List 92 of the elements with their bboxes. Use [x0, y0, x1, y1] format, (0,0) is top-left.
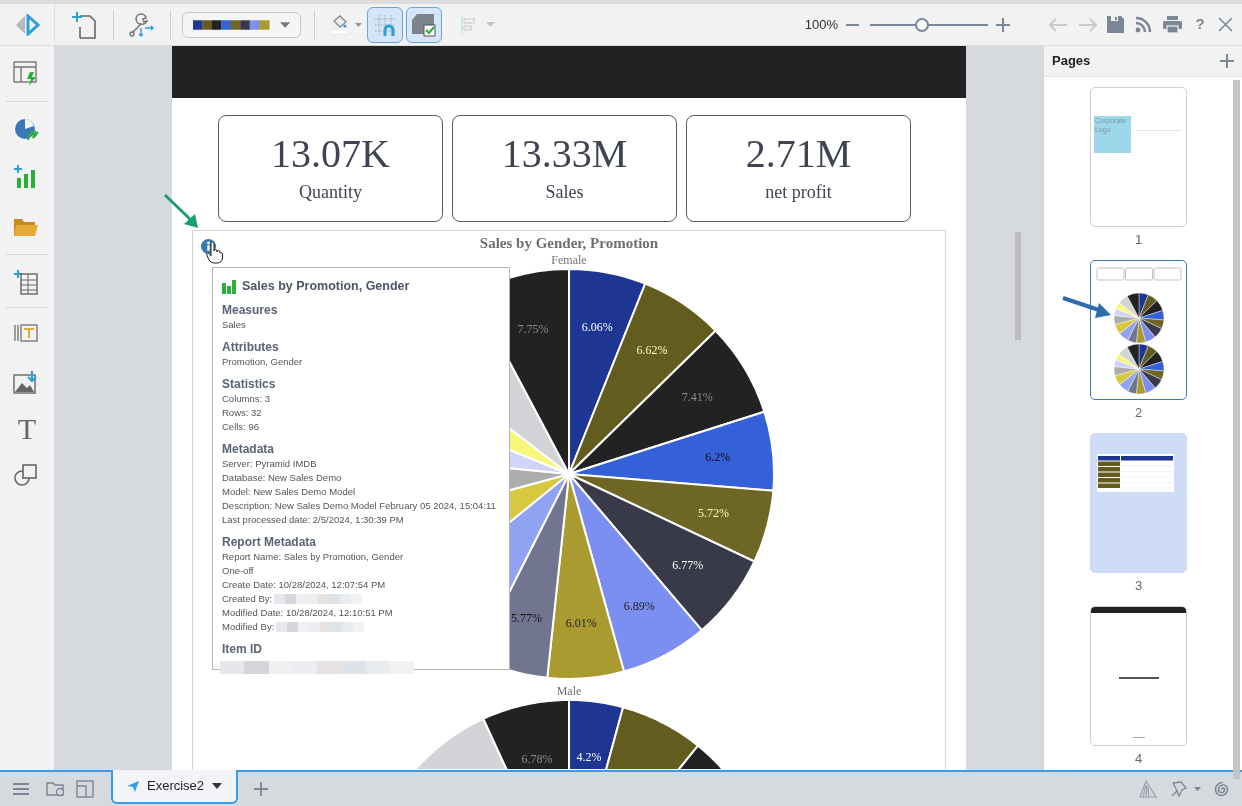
presentation-icon[interactable] [76, 780, 94, 798]
section-heading: Metadata [222, 440, 275, 457]
color-palette-icon [193, 19, 270, 30]
kpi-label: Sales [545, 181, 584, 204]
new-page-icon[interactable] [71, 9, 97, 40]
print-icon[interactable] [1163, 15, 1182, 34]
pie-title: Male [556, 684, 582, 698]
page-thumbnail[interactable] [1090, 260, 1187, 400]
wrench-icon[interactable] [129, 11, 155, 38]
zoom-in-icon[interactable] [996, 17, 1010, 32]
app-logo-icon[interactable] [14, 13, 40, 36]
tooltip-text: Last processed date: 2/5/2024, 1:30:39 PM [222, 512, 404, 527]
fill-color-button[interactable] [331, 14, 362, 35]
page-number: 3 [1134, 578, 1143, 594]
slice-label: 6.01% [565, 616, 597, 631]
tooltip-text: Created By: [222, 591, 273, 606]
rss-feed-icon[interactable] [1135, 15, 1153, 34]
snap-to-grid-toggle[interactable] [367, 6, 403, 43]
kpi-value: 2.71M [745, 132, 852, 176]
kpi-label: net profit [765, 181, 832, 204]
section-heading: Report Metadata [222, 533, 317, 550]
add-page-icon[interactable] [1220, 54, 1234, 68]
slice-label: 6.77% [672, 558, 704, 572]
slice-label: 5.72% [698, 505, 730, 520]
tooltip-text: Cells: 96 [222, 419, 259, 434]
spiral-icon[interactable] [1213, 780, 1230, 798]
scrollbar-thumb[interactable] [1015, 232, 1021, 340]
palette-dropdown[interactable] [182, 11, 301, 38]
tooltip-text: One-off [222, 563, 254, 578]
add-tab-icon[interactable] [254, 782, 269, 796]
hand-cursor-icon [206, 242, 223, 264]
close-icon[interactable] [1218, 16, 1234, 33]
page-check-icon [410, 11, 438, 38]
tooltip-text: Report Name: Sales by Promotion, Gender [222, 549, 404, 564]
folder-search-icon[interactable] [46, 780, 66, 798]
slice-label: 7.75% [517, 321, 549, 336]
arrow-icon [1061, 294, 1113, 320]
caret-icon [486, 22, 495, 27]
theme-toggle[interactable] [406, 6, 442, 43]
caret-icon [212, 783, 223, 789]
page-number: 2 [1134, 405, 1143, 421]
menu-icon[interactable] [13, 782, 29, 796]
caret-icon [1194, 787, 1201, 791]
tooltip-text: Sales [222, 317, 246, 332]
document-tab[interactable]: Exercise2 [111, 770, 239, 804]
zoom-slider[interactable] [870, 17, 988, 32]
grid-magnet-icon [373, 12, 397, 37]
kpi-label: Quantity [299, 181, 362, 204]
zoom-level: 100% [804, 15, 838, 34]
slice-label: 6.78% [521, 751, 553, 766]
slice-label: 6.89% [623, 599, 655, 614]
tooltip-title: Sales by Promotion, Gender [242, 278, 410, 295]
caret-icon [355, 22, 362, 27]
add-table-icon[interactable] [13, 268, 41, 296]
pie-title: Female [551, 253, 587, 267]
slice-label: 6.06% [581, 320, 613, 335]
fill-bucket-icon [331, 14, 349, 35]
text-tool-button[interactable]: T [11, 413, 43, 445]
tooltip-text: Database: New Sales Demo [222, 470, 342, 485]
slice-label: 5.77% [511, 610, 543, 625]
slider-thumb[interactable] [914, 17, 929, 32]
slice-label: 4.2% [576, 749, 602, 764]
panel-title: Pages [1052, 52, 1092, 71]
section-heading: Statistics [222, 375, 277, 392]
tooltip-text: Description: New Sales Demo Model February 05 2024, 15:04:11 [222, 498, 496, 513]
send-icon [127, 780, 139, 792]
caret-icon [279, 21, 290, 28]
chart-title: Sales by Gender, Promotion [479, 235, 659, 251]
tooltip-text: Model: New Sales Demo Model [222, 484, 356, 499]
section-heading: Item ID [222, 640, 263, 657]
tooltip-text: Server: Pyramid IMDB [222, 456, 317, 471]
slice-label: 6.62% [636, 342, 668, 357]
tooltip-text: Promotion, Gender [222, 354, 303, 369]
kpi-value: 13.07K [271, 132, 390, 176]
kpi-value: 13.33M [501, 132, 628, 176]
slice-label: 7.41% [681, 389, 713, 404]
tooltip-text: Columns: 3 [222, 391, 271, 406]
section-heading: Measures [222, 301, 279, 318]
pin-icon[interactable] [1170, 780, 1188, 798]
tooltip-text: Create Date: 10/28/2024, 12:07:54 PM [222, 577, 386, 592]
slice-label: 6.2% [705, 450, 731, 465]
tooltip-text: Modified Date: 10/28/2024, 12:10:51 PM [222, 605, 393, 620]
bar-chart-icon [222, 278, 237, 294]
tooltip-text: Rows: 32 [222, 405, 262, 420]
zoom-out-icon[interactable] [846, 23, 859, 26]
page-number: 1 [1134, 232, 1143, 248]
layers-icon[interactable] [1138, 780, 1158, 798]
section-heading: Attributes [222, 338, 280, 355]
save-icon[interactable] [1107, 15, 1125, 34]
tooltip-text: Modified By: [222, 619, 275, 634]
page-number: 4 [1134, 751, 1143, 767]
help-button[interactable]: ? [1192, 13, 1208, 36]
